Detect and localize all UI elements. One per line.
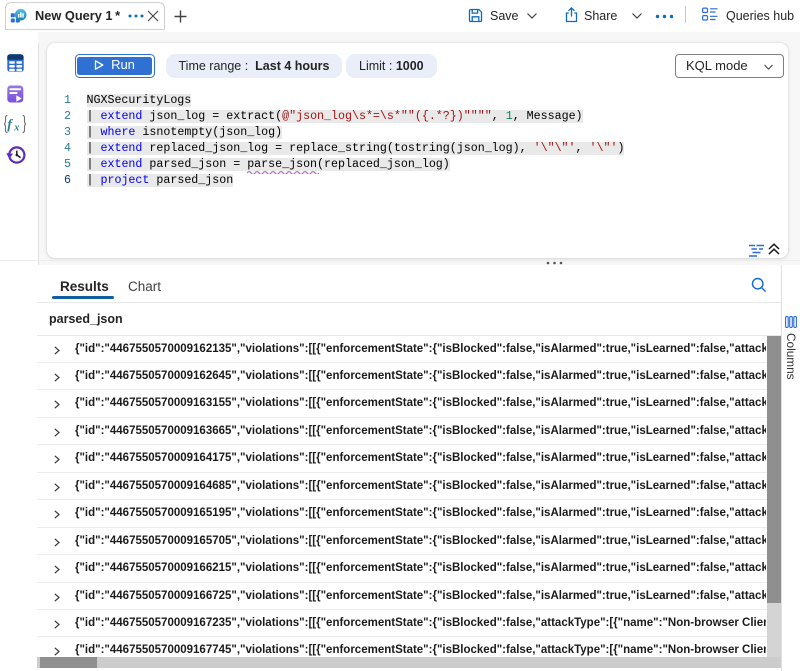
svg-text:f: f <box>7 118 13 133</box>
svg-text:x: x <box>13 123 19 134</box>
